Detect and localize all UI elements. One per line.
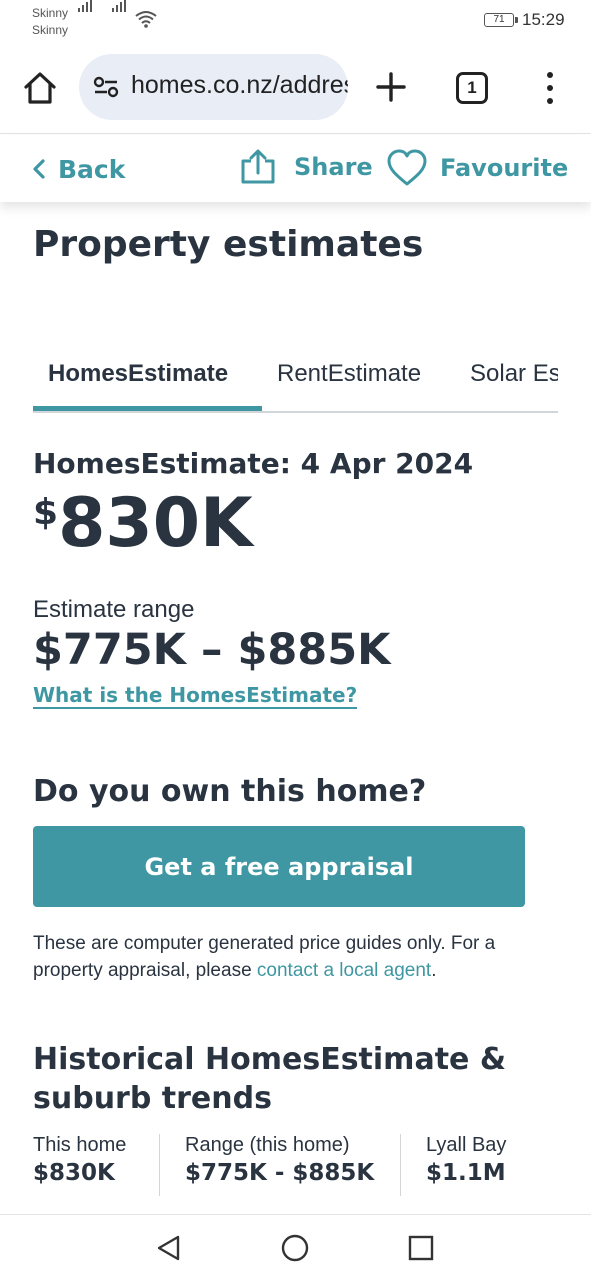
trend-summary: This home $830K Range (this home) $775K … <box>33 1134 563 1196</box>
status-bar: Skinny Skinny 71 15:29 <box>0 0 591 44</box>
trend-value: $830K <box>33 1160 115 1186</box>
currency-symbol: $ <box>33 492 59 533</box>
home-circle-icon[interactable] <box>280 1233 310 1263</box>
historical-heading: Historical HomesEstimate & suburb trends <box>33 1042 506 1116</box>
contact-agent-link[interactable]: contact a local agent <box>257 960 431 981</box>
estimate-tabs: HomesEstimate RentEstimate Solar Estimat… <box>33 350 558 413</box>
system-nav-bar <box>0 1214 591 1280</box>
estimate-heading: HomesEstimate: 4 Apr 2024 <box>33 447 474 480</box>
back-triangle-icon[interactable] <box>154 1233 184 1263</box>
disclaimer-suffix: . <box>431 960 437 981</box>
trend-label: Range (this home) <box>185 1134 350 1156</box>
disclaimer-text: These are computer generated price guide… <box>33 930 533 984</box>
estimate-value: $830K <box>33 484 253 564</box>
tab-homesestimate[interactable]: HomesEstimate <box>48 360 228 388</box>
what-is-homesestimate-link[interactable]: What is the HomesEstimate? <box>33 683 358 709</box>
tab-switcher-button[interactable]: 1 <box>456 72 488 104</box>
estimate-range-value: $775K – $885K <box>33 625 391 675</box>
new-tab-icon[interactable] <box>374 70 408 104</box>
share-label: Share <box>294 153 373 181</box>
home-icon[interactable] <box>20 68 60 108</box>
active-tab-indicator <box>33 406 262 411</box>
browser-toolbar: homes.co.nz/address 1 <box>0 44 591 134</box>
free-appraisal-button[interactable]: Get a free appraisal <box>33 826 525 907</box>
estimate-amount: 830K <box>58 484 253 563</box>
wifi-icon <box>135 11 157 28</box>
trend-label: Lyall Bay <box>426 1134 507 1156</box>
chevron-left-icon <box>33 159 45 179</box>
back-label: Back <box>58 154 126 184</box>
trend-value: $775K - $885K <box>185 1160 375 1186</box>
trend-label: This home <box>33 1134 127 1156</box>
back-button[interactable]: Back <box>32 153 125 185</box>
carrier-line-2: Skinny <box>32 23 69 37</box>
favourite-button[interactable]: Favourite <box>386 149 568 187</box>
trend-this-home: This home $830K <box>33 1134 126 1196</box>
recents-square-icon[interactable] <box>406 1233 436 1263</box>
tab-rentestimate[interactable]: RentEstimate <box>277 360 421 388</box>
trend-value: $1.1M <box>426 1160 506 1186</box>
divider <box>159 1134 160 1196</box>
divider <box>400 1134 401 1196</box>
carrier-line-1: Skinny <box>32 6 69 20</box>
carrier-name: Skinny Skinny <box>32 5 68 39</box>
address-bar[interactable]: homes.co.nz/address <box>79 54 348 120</box>
favourite-label: Favourite <box>440 154 569 182</box>
own-home-heading: Do you own this home? <box>33 774 427 809</box>
battery-icon: 71 <box>484 13 518 27</box>
clock: 15:29 <box>522 10 565 29</box>
trend-suburb: Lyall Bay $1.1M <box>426 1134 506 1196</box>
page-title: Property estimates <box>33 224 424 265</box>
url-text: homes.co.nz/address <box>131 71 348 99</box>
share-button[interactable]: Share <box>238 149 373 185</box>
more-menu-icon[interactable] <box>540 72 560 104</box>
share-icon <box>241 149 275 184</box>
tab-solarestimate[interactable]: Solar Estimate <box>470 360 558 388</box>
estimate-range-label: Estimate range <box>33 596 195 623</box>
site-action-bar: Back Share Favourite <box>0 135 591 202</box>
site-settings-icon[interactable] <box>93 76 119 98</box>
trend-range: Range (this home) $775K - $885K <box>185 1134 374 1196</box>
heart-icon <box>387 149 427 186</box>
